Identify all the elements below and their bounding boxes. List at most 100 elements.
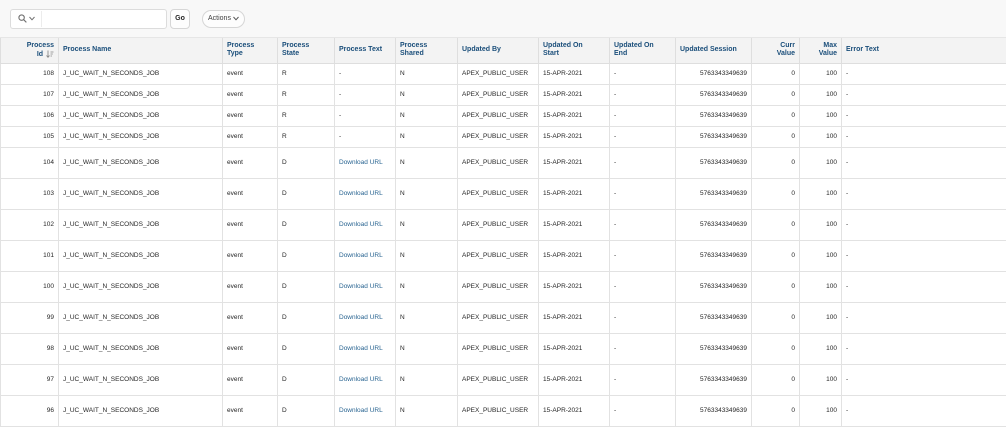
cell-process-name: J_UC_WAIT_N_SECONDS_JOB [59,271,223,302]
cell-process-type: event [223,63,278,84]
cell-updated-on-start: 15-APR-2021 [539,364,610,395]
cell-updated-by: APEX_PUBLIC_USER [458,395,539,426]
cell-max-value: 100 [800,209,842,240]
download-url-link[interactable]: Download URL [339,158,383,167]
cell-updated-by: APEX_PUBLIC_USER [458,63,539,84]
search-column-button[interactable] [11,10,41,28]
cell-updated-on-end: - [610,126,676,147]
download-url-link[interactable]: Download URL [339,375,383,384]
cell-updated-on-start: 15-APR-2021 [539,271,610,302]
header-process-name[interactable]: Process Name [59,38,223,63]
cell-process-name: J_UC_WAIT_N_SECONDS_JOB [59,126,223,147]
cell-process-id: 103 [1,178,59,209]
cell-process-text: Download URL [335,209,396,240]
cell-process-id: 106 [1,105,59,126]
cell-error-text: - [842,302,1006,333]
cell-updated-by: APEX_PUBLIC_USER [458,302,539,333]
cell-curr-value: 0 [752,240,800,271]
chevron-down-icon [233,16,239,21]
cell-updated-by: APEX_PUBLIC_USER [458,333,539,364]
cell-updated-by: APEX_PUBLIC_USER [458,240,539,271]
header-max-value-line2: Value [819,50,837,57]
cell-process-text: - [335,84,396,105]
cell-process-type: event [223,395,278,426]
cell-process-id: 100 [1,271,59,302]
cell-error-text: - [842,178,1006,209]
search-input[interactable] [41,11,166,27]
cell-max-value: 100 [800,178,842,209]
header-updated-on-end[interactable]: Updated On End [610,38,676,63]
header-updated-on-start-line1: Updated On [543,42,583,49]
cell-updated-on-end: - [610,271,676,302]
cell-process-name: J_UC_WAIT_N_SECONDS_JOB [59,364,223,395]
cell-max-value: 100 [800,84,842,105]
header-max-value[interactable]: Max Value [800,38,842,63]
header-process-state[interactable]: Process State [278,38,335,63]
header-process-shared-line2: Shared [400,50,424,57]
table-row: 103 J_UC_WAIT_N_SECONDS_JOB event D Down… [1,178,1006,209]
cell-process-text: Download URL [335,364,396,395]
download-url-link[interactable]: Download URL [339,251,383,260]
header-curr-value-line1: Curr [780,42,795,49]
cell-process-state: R [278,63,335,84]
download-url-link[interactable]: Download URL [339,220,383,229]
cell-process-name: J_UC_WAIT_N_SECONDS_JOB [59,84,223,105]
download-url-link[interactable]: Download URL [339,189,383,198]
cell-updated-session: 5763343349639 [676,333,752,364]
header-process-id-line1: Process [27,42,54,49]
search-box [10,9,167,29]
download-url-link[interactable]: Download URL [339,344,383,353]
actions-menu-button[interactable]: Actions [202,10,245,28]
header-curr-value[interactable]: Curr Value [752,38,800,63]
table-header-row: Process Id Process Name Process Type Pro… [1,38,1006,63]
cell-process-text: Download URL [335,271,396,302]
download-url-link[interactable]: Download URL [339,406,383,415]
table-row: 99 J_UC_WAIT_N_SECONDS_JOB event D Downl… [1,302,1006,333]
header-process-id-line2: Id [37,51,43,58]
cell-error-text: - [842,105,1006,126]
header-updated-session[interactable]: Updated Session [676,38,752,63]
cell-curr-value: 0 [752,147,800,178]
cell-updated-on-start: 15-APR-2021 [539,105,610,126]
cell-updated-session: 5763343349639 [676,126,752,147]
cell-process-text: Download URL [335,147,396,178]
cell-updated-on-start: 15-APR-2021 [539,178,610,209]
table-row: 96 J_UC_WAIT_N_SECONDS_JOB event D Downl… [1,395,1006,426]
cell-curr-value: 0 [752,209,800,240]
download-url-link[interactable]: Download URL [339,313,383,322]
chevron-down-icon [29,16,35,21]
cell-process-type: event [223,147,278,178]
cell-updated-by: APEX_PUBLIC_USER [458,84,539,105]
header-error-text[interactable]: Error Text [842,38,1006,63]
cell-error-text: - [842,240,1006,271]
header-updated-on-start-line2: Start [543,50,559,57]
cell-process-text: Download URL [335,395,396,426]
cell-process-type: event [223,209,278,240]
header-process-id[interactable]: Process Id [1,38,59,63]
table-row: 101 J_UC_WAIT_N_SECONDS_JOB event D Down… [1,240,1006,271]
header-max-value-line1: Max [823,42,837,49]
cell-updated-on-end: - [610,364,676,395]
cell-process-id: 105 [1,126,59,147]
header-process-text[interactable]: Process Text [335,38,396,63]
table-row: 102 J_UC_WAIT_N_SECONDS_JOB event D Down… [1,209,1006,240]
cell-error-text: - [842,63,1006,84]
header-process-type[interactable]: Process Type [223,38,278,63]
cell-updated-session: 5763343349639 [676,302,752,333]
cell-process-name: J_UC_WAIT_N_SECONDS_JOB [59,63,223,84]
go-button[interactable]: Go [170,9,190,29]
header-updated-on-start[interactable]: Updated On Start [539,38,610,63]
header-process-shared[interactable]: Process Shared [396,38,458,63]
cell-error-text: - [842,364,1006,395]
cell-process-id: 107 [1,84,59,105]
header-updated-by[interactable]: Updated By [458,38,539,63]
cell-error-text: - [842,84,1006,105]
cell-process-shared: N [396,240,458,271]
cell-process-id: 97 [1,364,59,395]
cell-curr-value: 0 [752,302,800,333]
cell-updated-on-end: - [610,84,676,105]
cell-updated-session: 5763343349639 [676,147,752,178]
cell-updated-on-start: 15-APR-2021 [539,333,610,364]
cell-curr-value: 0 [752,364,800,395]
download-url-link[interactable]: Download URL [339,282,383,291]
